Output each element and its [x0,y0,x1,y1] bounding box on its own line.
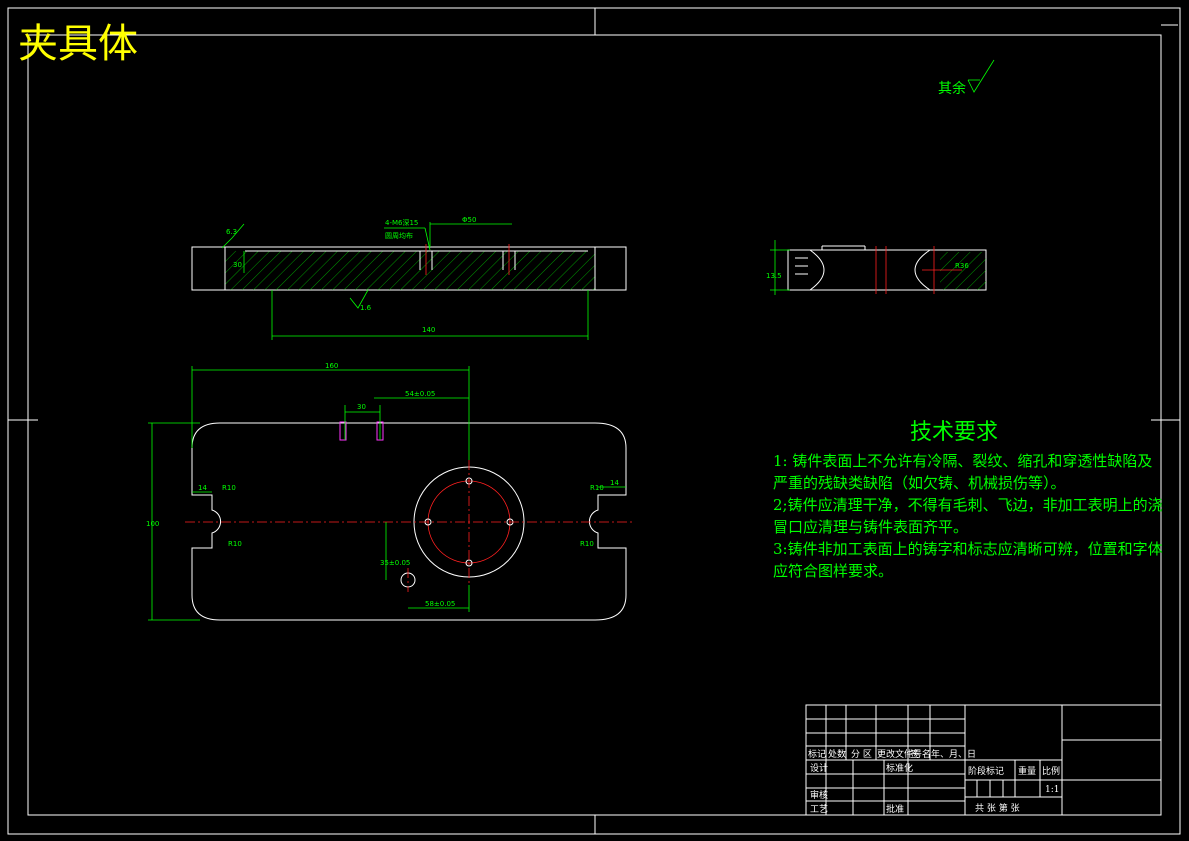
dim-length-160: 160 [325,362,338,370]
tb-sheets: 共 张 第 张 [975,802,1020,814]
tech-line-6: 应符合图样要求。 [773,562,893,580]
roughness-note: 其余 [938,59,995,97]
roughness-label: 其余 [938,80,966,97]
dim-30: 30 [357,403,366,411]
tb-header-3: 分 区 [851,749,872,760]
tb-scale-value: 1:1 [1045,785,1059,795]
dim-left-30: 30 [233,261,242,269]
tb-header-1: 标记 [808,748,826,760]
side-section-view: 13.5 R36 [766,240,987,295]
dim-height-100: 100 [146,520,159,528]
tech-requirements: 技术要求 1: 铸件表面上不允许有冷隔、裂纹、缩孔和穿透性缺陷及 严重的残缺类缺… [773,420,1163,580]
side-height: 13.5 [766,272,782,280]
sheet-frame [7,7,1181,835]
dim-phi: Φ50 [462,216,476,224]
tb-header-6: 年、月、日 [931,748,976,760]
tb-approve: 批准 [886,803,904,815]
hole-note-1: 4-M6深15 [385,218,418,227]
tb-standard: 标准化 [886,762,913,774]
tb-stage: 阶段标记 [968,765,1004,777]
dim-r10-left-bottom: R10 [228,540,242,548]
dim-r10-right: R10 [590,484,604,492]
tb-process: 工艺 [810,804,828,815]
dim-14-left: 14 [198,484,207,492]
title-block: 标记 处数 分 区 更改文件号 签 名 年、月、日 设计 标准化 阶段标记 重量… [805,704,1162,816]
cad-drawing: 夹具体 其余 140 Φ50 4-M6深15 圆周均布 6.3 30 1.6 1… [7,7,1181,835]
tech-line-1: 1: 铸件表面上不允许有冷隔、裂纹、缩孔和穿透性缺陷及 [773,452,1152,470]
drawing-title: 夹具体 [18,21,138,67]
tb-header-5: 签 名 [910,748,931,760]
dim-35: 35±0.05 [380,559,410,567]
dim-58: 58±0.05 [425,600,455,608]
tb-scale: 比例 [1042,765,1060,777]
side-radius: R36 [955,262,969,270]
tech-line-4: 冒口应清理与铸件表面齐平。 [773,518,968,536]
dim-length-140: 140 [422,326,435,334]
dim-r10-left: R10 [222,484,236,492]
tech-line-3: 2;铸件应清理干净，不得有毛刺、飞边，非加工表明上的浇 [773,496,1163,514]
tech-line-5: 3:铸件非加工表面上的铸字和标志应清晰可辨，位置和字体 [773,540,1163,558]
roughness-bottom: 1.6 [360,304,372,312]
roughness-left: 6.3 [226,228,237,236]
tech-heading: 技术要求 [910,420,998,445]
tb-weight: 重量 [1018,765,1036,777]
tb-design: 设计 [810,762,828,774]
tech-line-2: 严重的残缺类缺陷（如欠铸、机械损伤等）。 [773,474,1066,492]
dim-r10-right-bottom: R10 [580,540,594,548]
top-view: 160 54±0.05 30 100 35±0.05 58±0.05 14 R1… [146,362,632,621]
dim-14-right: 14 [610,479,619,487]
tb-review: 审核 [810,789,828,801]
tb-header-2: 处数 [828,748,846,760]
front-section-view: 140 Φ50 4-M6深15 圆周均布 6.3 30 1.6 [191,216,627,340]
dim-54: 54±0.05 [405,390,435,398]
roughness-symbol-icon [967,59,995,93]
hole-note-2: 圆周均布 [385,231,413,240]
